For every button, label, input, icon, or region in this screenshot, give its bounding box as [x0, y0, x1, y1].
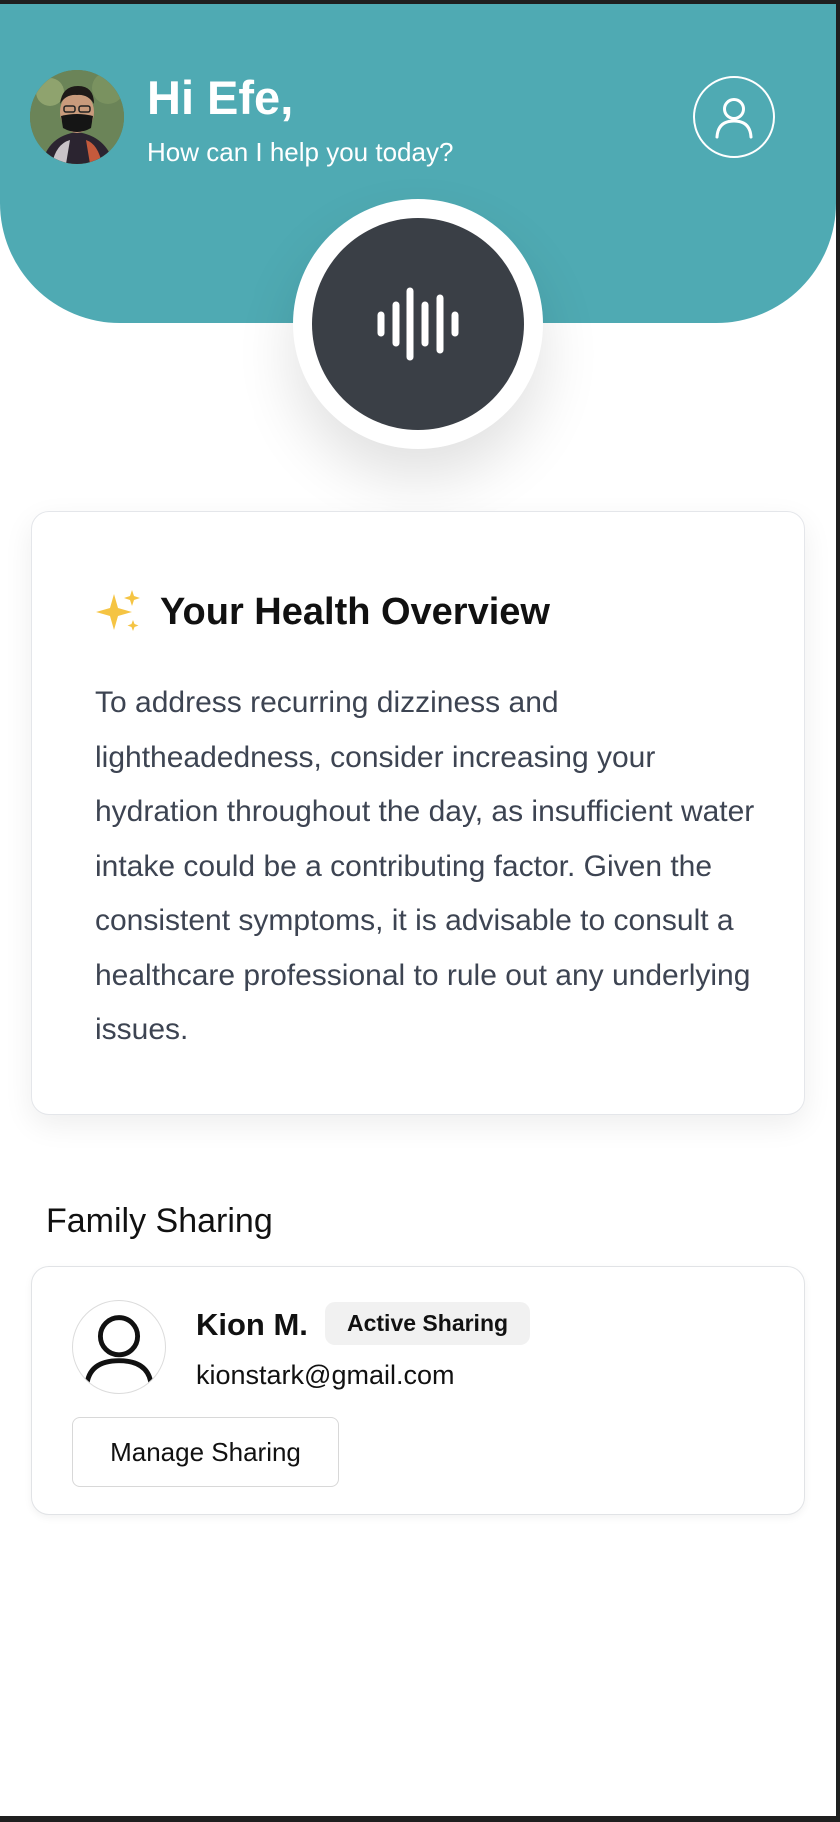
sound-wave-icon: [377, 287, 459, 361]
avatar-photo: [30, 70, 124, 164]
health-overview-text: To address recurring dizziness and light…: [95, 686, 755, 1046]
family-sharing-title: Family Sharing: [46, 1202, 273, 1240]
health-overview-header: Your Health Overview: [94, 588, 550, 636]
greeting-title: Hi Efe,: [147, 71, 294, 124]
voice-button-core: [312, 218, 524, 430]
sparkles-icon: [96, 590, 140, 631]
user-outline-icon: [715, 98, 753, 139]
member-name: Kion M.: [196, 1307, 308, 1342]
voice-button[interactable]: [293, 199, 543, 449]
person-icon: [84, 1315, 154, 1389]
greeting-subtitle: How can I help you today?: [147, 137, 454, 167]
app-screen: Hi Efe, How can I help you today? Your H…: [0, 4, 836, 1816]
health-overview-title: Your Health Overview: [160, 590, 550, 633]
user-avatar[interactable]: [30, 70, 124, 164]
manage-sharing-button[interactable]: Manage Sharing: [72, 1417, 339, 1487]
profile-button[interactable]: [693, 76, 775, 158]
member-email: kionstark@gmail.com: [196, 1360, 455, 1390]
family-member-card: Kion M. Active Sharing kionstark@gmail.c…: [31, 1266, 805, 1515]
health-overview-card: Your Health Overview To address recurrin…: [31, 511, 805, 1115]
status-badge: Active Sharing: [325, 1302, 531, 1345]
member-avatar: [72, 1300, 166, 1394]
